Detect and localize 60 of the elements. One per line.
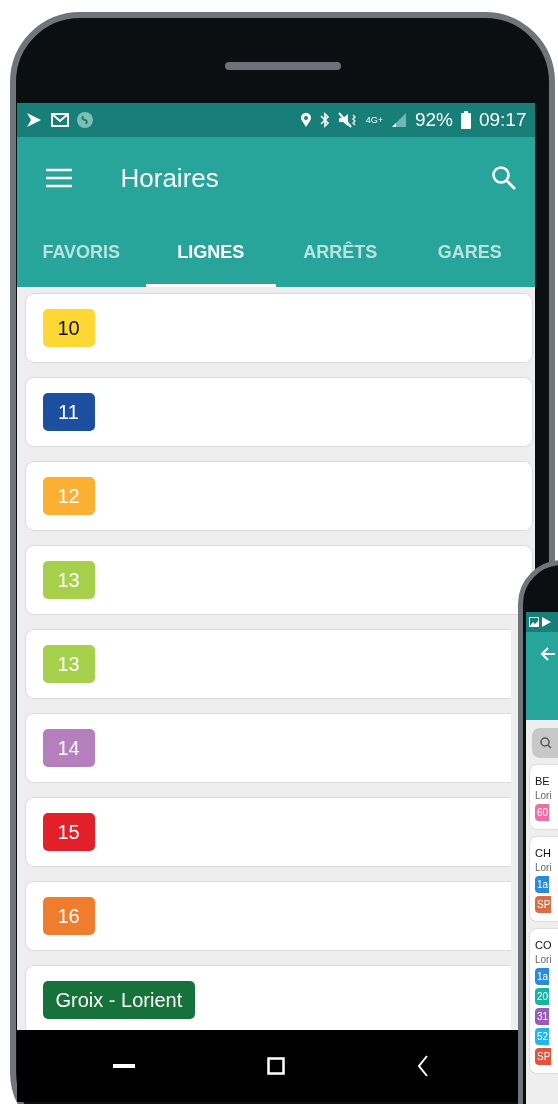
line-badge: 20 (535, 988, 550, 1005)
stop-name: CH (535, 847, 551, 859)
stop-card[interactable]: CO Lori 1a 20 31 52 SP (529, 928, 558, 1074)
stop-card[interactable]: CH Lori 1a SP (529, 836, 558, 922)
location-icon (299, 112, 312, 128)
battery-icon (460, 111, 471, 129)
line-card[interactable]: 13 (24, 629, 511, 699)
tab[interactable]: LIGNES (146, 219, 276, 287)
network-label: 4G+ (365, 115, 383, 125)
mail-icon (50, 113, 69, 127)
search-icon[interactable] (490, 165, 517, 191)
line-badge: 12 (42, 477, 95, 515)
search-icon (540, 737, 552, 749)
image-icon (529, 617, 539, 627)
menu-icon[interactable] (44, 168, 73, 188)
stop-name: CO (535, 939, 552, 951)
line-card[interactable]: 11 (24, 377, 533, 447)
stop-city: Lori (535, 790, 552, 801)
line-card[interactable]: 16 (24, 881, 511, 951)
swirl-icon (76, 112, 93, 128)
line-badge: 52 (535, 1028, 550, 1045)
tab[interactable]: FAVORIS (16, 219, 146, 287)
recent-apps-icon[interactable] (112, 1064, 135, 1068)
home-icon[interactable] (266, 1057, 285, 1075)
play-icon (542, 617, 551, 627)
stop-city: Lori (535, 862, 552, 873)
line-badge: 31 (535, 1008, 550, 1025)
app-title: Horaires (120, 162, 220, 194)
line-badge: Groix - Lorient (42, 981, 196, 1019)
stop-card[interactable]: BE Lori 60 (529, 764, 558, 830)
line-card[interactable]: Groix - Lorient (24, 965, 511, 1030)
tab[interactable]: ARRÊTS (275, 219, 405, 287)
line-card[interactable]: 10 (24, 293, 533, 363)
line-badge: 1a (535, 876, 550, 893)
line-card[interactable]: 14 (24, 713, 511, 783)
line-card[interactable]: 15 (24, 797, 511, 867)
line-badge: 60 (535, 804, 550, 821)
vibrate-mute-icon (337, 112, 358, 128)
tab[interactable]: GARES (405, 219, 535, 287)
stop-city: Lori (535, 954, 552, 965)
line-badge: SP (535, 896, 552, 913)
battery-percent: 92% (414, 109, 453, 131)
line-badge: 10 (42, 309, 95, 347)
line-badge: SP (535, 1048, 552, 1065)
line-badge: 11 (42, 393, 95, 431)
play-icon (24, 112, 43, 128)
line-badge: 14 (42, 729, 95, 767)
stop-name: BE (535, 775, 550, 787)
line-badge: 13 (42, 561, 95, 599)
bluetooth-icon (319, 112, 330, 128)
line-badge: 16 (42, 897, 95, 935)
line-card[interactable]: 12 (24, 461, 533, 531)
line-badge: 13 (42, 645, 95, 683)
signal-icon (390, 112, 407, 128)
status-time: 09:17 (478, 109, 527, 131)
line-badge: 1a (535, 968, 550, 985)
back-arrow-icon[interactable] (540, 646, 556, 662)
line-badge: 15 (42, 813, 95, 851)
back-icon[interactable] (416, 1055, 429, 1077)
line-card[interactable]: 13 (24, 545, 533, 615)
